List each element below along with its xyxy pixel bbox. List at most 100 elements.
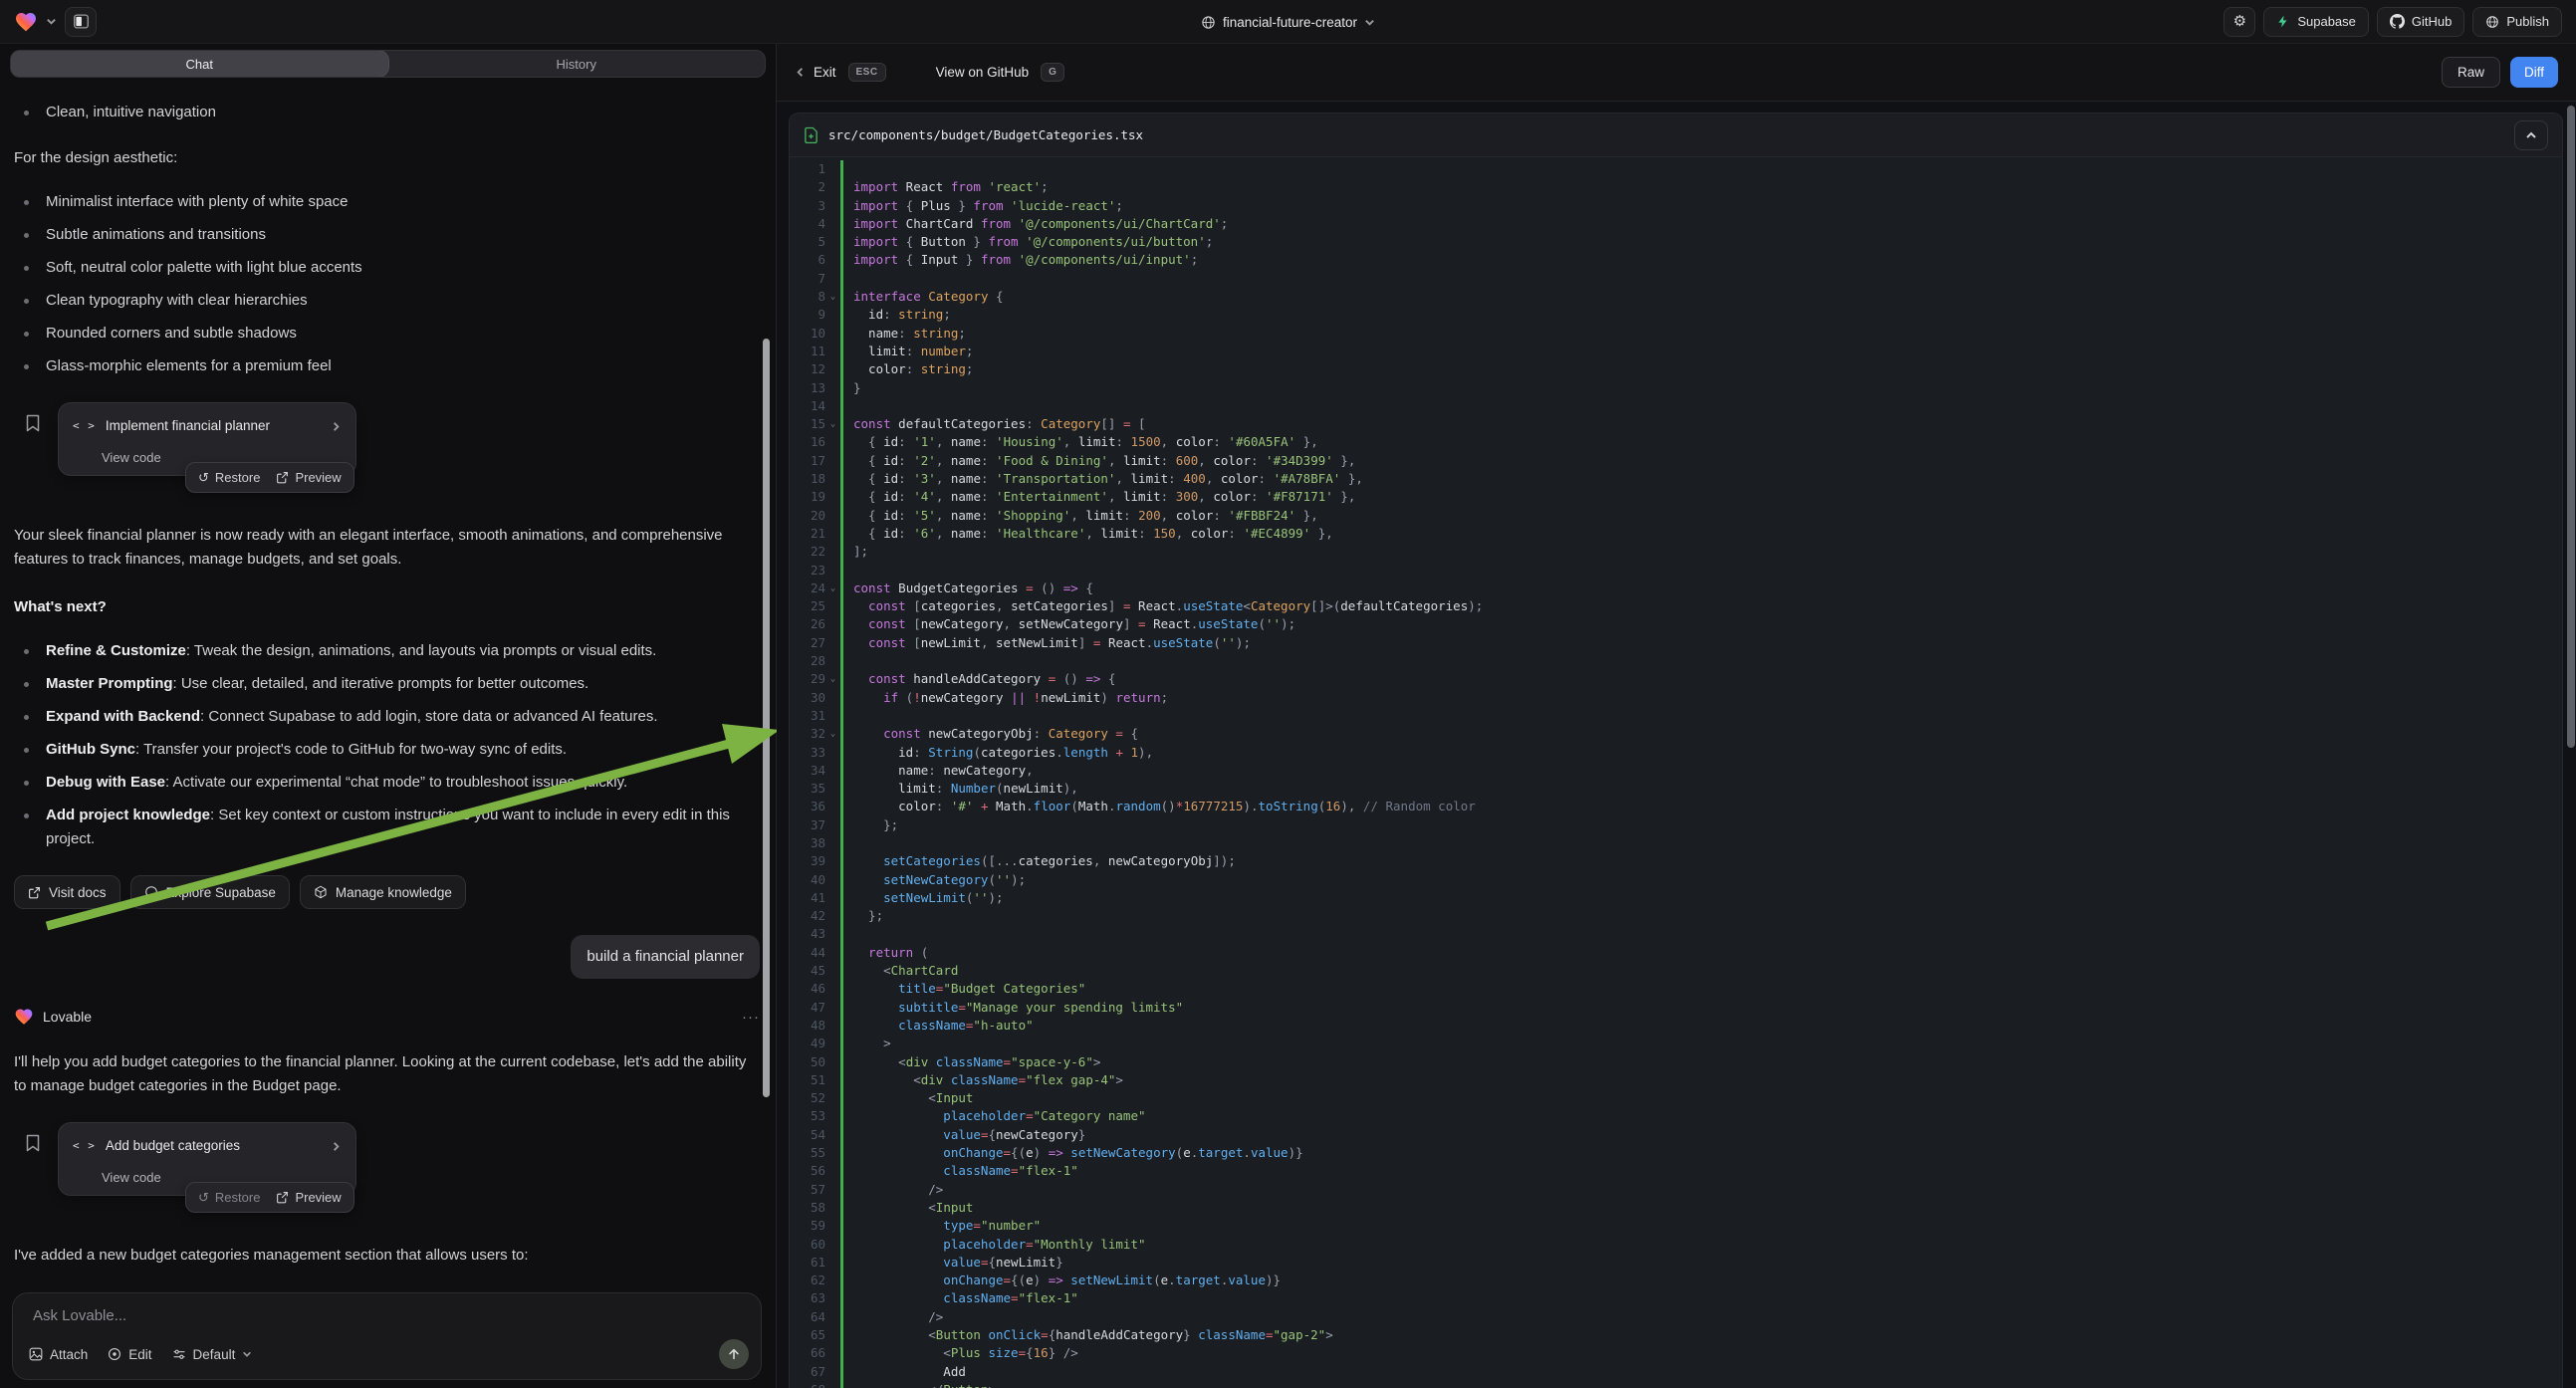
code-line: 17 { id: '2', name: 'Food & Dining', lim… — [790, 452, 2562, 470]
bookmark-icon[interactable] — [25, 1134, 41, 1152]
file-path: src/components/budget/BudgetCategories.t… — [828, 127, 1143, 142]
github-button[interactable]: GitHub — [2377, 7, 2464, 37]
project-switcher[interactable]: financial-future-creator — [1201, 15, 1375, 30]
list-item: Master Prompting: Use clear, detailed, a… — [14, 672, 760, 696]
bullet-dot — [24, 748, 29, 753]
code-line: 50 <div className="space-y-6"> — [790, 1053, 2562, 1071]
version-actions: ↺ Restore Preview — [185, 1182, 354, 1213]
code-line: 65 <Button onClick={handleAddCategory} c… — [790, 1326, 2562, 1344]
assistant-header: Lovable ··· — [14, 1005, 760, 1029]
preview-button[interactable]: Preview — [276, 1190, 341, 1205]
code-line: 2import React from 'react'; — [790, 178, 2562, 196]
code-line: 6import { Input } from '@/components/ui/… — [790, 251, 2562, 269]
package-icon — [314, 885, 328, 899]
quick-actions: Visit docs Explore Supabase — [14, 875, 760, 909]
bullet-dot — [24, 364, 29, 369]
supabase-button[interactable]: Supabase — [2263, 7, 2369, 37]
code-line: 44 return ( — [790, 944, 2562, 962]
bullet-dot — [24, 266, 29, 271]
chat-scrollbar-thumb[interactable] — [763, 339, 770, 1097]
code-line: 56 className="flex-1" — [790, 1162, 2562, 1180]
list-item: Soft, neutral color palette with light b… — [14, 256, 760, 280]
code-line: 12 color: string; — [790, 360, 2562, 378]
diff-button[interactable]: Diff — [2510, 57, 2558, 88]
code-line: 41 setNewLimit(''); — [790, 889, 2562, 907]
design-list: Minimalist interface with plenty of whit… — [14, 190, 760, 378]
bullet-dot — [24, 332, 29, 337]
list-item: Debug with Ease: Activate our experiment… — [14, 771, 760, 795]
send-button[interactable] — [719, 1339, 749, 1369]
external-link-icon — [28, 886, 41, 899]
code-line: 16 { id: '1', name: 'Housing', limit: 15… — [790, 433, 2562, 451]
code-line: 3import { Plus } from 'lucide-react'; — [790, 197, 2562, 215]
raw-button[interactable]: Raw — [2442, 57, 2500, 88]
code-line: 47 subtitle="Manage your spending limits… — [790, 999, 2562, 1017]
bookmark-icon[interactable] — [25, 414, 41, 432]
bullet-dot — [24, 682, 29, 687]
publish-globe-icon — [2485, 15, 2499, 29]
chevron-right-icon — [331, 421, 342, 432]
code-line: 9 id: string; — [790, 306, 2562, 324]
workspace-chevron-icon[interactable] — [46, 16, 57, 27]
publish-button[interactable]: Publish — [2472, 7, 2562, 37]
project-name: financial-future-creator — [1223, 15, 1357, 30]
collapse-file-button[interactable] — [2514, 120, 2548, 150]
code-line: 7 — [790, 270, 2562, 288]
g-kbd-badge: G — [1041, 63, 1064, 82]
list-item: Clean, intuitive navigation — [14, 101, 760, 124]
code-line: 8⌄interface Category { — [790, 288, 2562, 306]
code-line: 52 <Input — [790, 1089, 2562, 1107]
code-line: 42 }; — [790, 907, 2562, 925]
gear-icon: ⚙ — [2233, 14, 2246, 29]
list-item: Refine & Customize: Tweak the design, an… — [14, 639, 760, 663]
assistant-name: Lovable — [43, 1005, 92, 1029]
visit-docs-button[interactable]: Visit docs — [14, 875, 120, 909]
code-scrollbar-thumb[interactable] — [2567, 106, 2575, 748]
code-line: 46 title="Budget Categories" — [790, 980, 2562, 998]
attach-button[interactable]: Attach — [29, 1347, 88, 1362]
file-added-icon — [804, 126, 819, 143]
whats-next-list: Refine & Customize: Tweak the design, an… — [14, 639, 760, 851]
manage-knowledge-button[interactable]: Manage knowledge — [300, 875, 466, 909]
settings-button[interactable]: ⚙ — [2224, 7, 2255, 37]
code-line: 5import { Button } from '@/components/ui… — [790, 233, 2562, 251]
bullet-dot — [24, 649, 29, 654]
external-link-icon — [276, 1191, 289, 1204]
arrow-up-icon — [727, 1347, 741, 1361]
code-line: 20 { id: '5', name: 'Shopping', limit: 2… — [790, 507, 2562, 525]
code-line: 64 /> — [790, 1308, 2562, 1326]
code-icon: < > — [73, 1134, 96, 1158]
code-line: 23 — [790, 562, 2562, 579]
restore-button[interactable]: ↺ Restore — [198, 1190, 260, 1205]
toggle-sidebar-button[interactable] — [65, 7, 97, 37]
code-line: 18 { id: '3', name: 'Transportation', li… — [790, 470, 2562, 488]
code-line: 24⌄const BudgetCategories = () => { — [790, 579, 2562, 597]
code-line: 26 const [newCategory, setNewCategory] =… — [790, 615, 2562, 633]
bullet-dot — [24, 200, 29, 205]
code-line: 1 — [790, 160, 2562, 178]
chat-input[interactable]: Ask Lovable... — [33, 1307, 745, 1324]
code-line: 39 setCategories([...categories, newCate… — [790, 852, 2562, 870]
code-panel: Exit ESC View on GitHub G Raw Diff — [777, 44, 2576, 1388]
restore-button[interactable]: ↺ Restore — [198, 470, 260, 485]
code-line: 49 > — [790, 1035, 2562, 1052]
tab-chat[interactable]: Chat — [11, 51, 388, 77]
chevron-down-icon — [242, 1349, 252, 1359]
design-heading: For the design aesthetic: — [14, 146, 760, 170]
explore-supabase-button[interactable]: Explore Supabase — [130, 875, 290, 909]
list-item: Expand with Backend: Connect Supabase to… — [14, 705, 760, 729]
code-line: 68 </Button> — [790, 1381, 2562, 1388]
message-menu-button[interactable]: ··· — [742, 1009, 760, 1026]
preview-button[interactable]: Preview — [276, 470, 341, 485]
exit-button[interactable]: Exit — [795, 65, 836, 80]
code-line: 67 Add — [790, 1363, 2562, 1381]
view-on-github-button[interactable]: View on GitHub — [936, 65, 1030, 80]
mode-select[interactable]: Default — [172, 1347, 253, 1362]
feature-list: Clean, intuitive navigation — [14, 101, 760, 124]
bullet-dot — [24, 715, 29, 720]
lovable-avatar-icon — [14, 1007, 34, 1027]
code-line: 29⌄ const handleAddCategory = () => { — [790, 670, 2562, 688]
code-line: 31 — [790, 707, 2562, 725]
tab-history[interactable]: History — [388, 51, 766, 77]
edit-button[interactable]: Edit — [108, 1347, 151, 1362]
